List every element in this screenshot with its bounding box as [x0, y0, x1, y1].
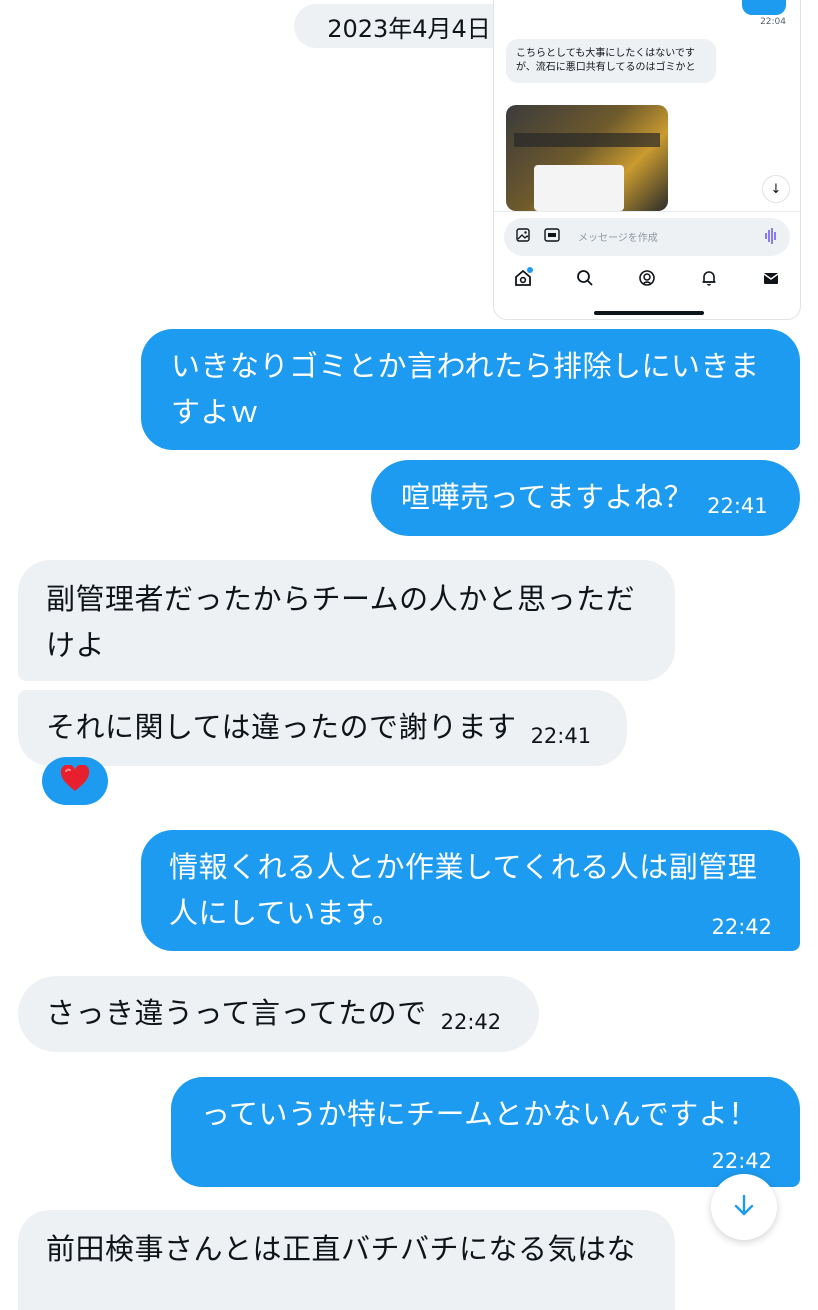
sent-message-bubble[interactable]: 喧嘩売ってますよね？ 22:41	[371, 460, 800, 536]
mini-home-indicator	[594, 311, 704, 315]
mini-composer-placeholder: メッセージを作成	[578, 233, 658, 244]
received-message-bubble[interactable]: 前田検事さんとは正直バチバチになる気はな	[18, 1210, 675, 1310]
message-text: 喧嘩売ってますよね？	[401, 480, 694, 514]
mini-composer: メッセージを作成	[504, 218, 790, 256]
mini-mail-icon	[762, 269, 780, 291]
message-time: 22:42	[711, 1149, 772, 1173]
mini-gif-icon	[544, 228, 560, 246]
mini-image-attachment	[506, 105, 668, 211]
arrow-down-icon	[733, 1193, 755, 1221]
message-time: 22:42	[711, 915, 772, 939]
mini-sent-bubble	[742, 0, 786, 15]
heart-reaction[interactable]	[42, 757, 108, 805]
message-text: それに関しては違ったので謝ります	[46, 710, 517, 744]
message-text: 副管理者だったからチームの人かと思っただけよ	[46, 582, 636, 662]
mini-nav-bar	[494, 265, 800, 295]
mini-search-icon	[576, 269, 594, 291]
mini-voice-icon	[764, 227, 778, 245]
received-message-bubble[interactable]: 副管理者だったからチームの人かと思っただけよ	[18, 560, 675, 681]
message-text: 情報くれる人とか作業してくれる人は副管理人にしています。	[169, 850, 758, 930]
mini-home-notification-dot	[527, 267, 533, 273]
message-time: 22:41	[707, 494, 768, 518]
message-text: っていうか特にチームとかないんですよ！	[201, 1097, 758, 1131]
message-text: 前田検事さんとは正直バチバチになる気はな	[46, 1232, 637, 1266]
sent-message-bubble[interactable]: いきなりゴミとか言われたら排除しにいきますよｗ	[141, 329, 800, 450]
received-message-bubble[interactable]: それに関しては違ったので謝ります 22:41	[18, 690, 627, 766]
message-text: いきなりゴミとか言われたら排除しにいきますよｗ	[171, 349, 760, 429]
sent-message-bubble[interactable]: っていうか特にチームとかないんですよ！ 22:42	[171, 1077, 800, 1187]
message-time: 22:42	[440, 1010, 502, 1034]
embedded-screenshot-image[interactable]: 22:04 こちらとしても大事にしたくはないですが、流石に悪口共有してるのはゴミ…	[493, 0, 801, 320]
heart-icon	[60, 764, 90, 797]
message-text: さっき違うって言ってたので	[46, 996, 427, 1030]
sent-message-bubble[interactable]: 情報くれる人とか作業してくれる人は副管理人にしています。 22:42	[141, 830, 800, 951]
mini-image-icon	[516, 228, 530, 246]
date-separator: 2023年4月4日	[294, 4, 524, 48]
mini-image-header	[514, 133, 660, 147]
received-message-bubble[interactable]: さっき違うって言ってたので 22:42	[18, 976, 539, 1052]
mini-divider	[494, 211, 800, 212]
mini-received-bubble: こちらとしても大事にしたくはないですが、流石に悪口共有してるのはゴミかと	[506, 39, 716, 83]
mini-bell-icon	[700, 269, 718, 291]
message-time: 22:41	[530, 724, 592, 748]
scroll-down-button[interactable]	[711, 1174, 777, 1240]
mini-spaces-icon	[638, 269, 656, 291]
mini-image-card	[534, 165, 624, 211]
mini-arrow-down-icon: ↓	[762, 175, 790, 203]
mini-time: 22:04	[760, 17, 786, 27]
